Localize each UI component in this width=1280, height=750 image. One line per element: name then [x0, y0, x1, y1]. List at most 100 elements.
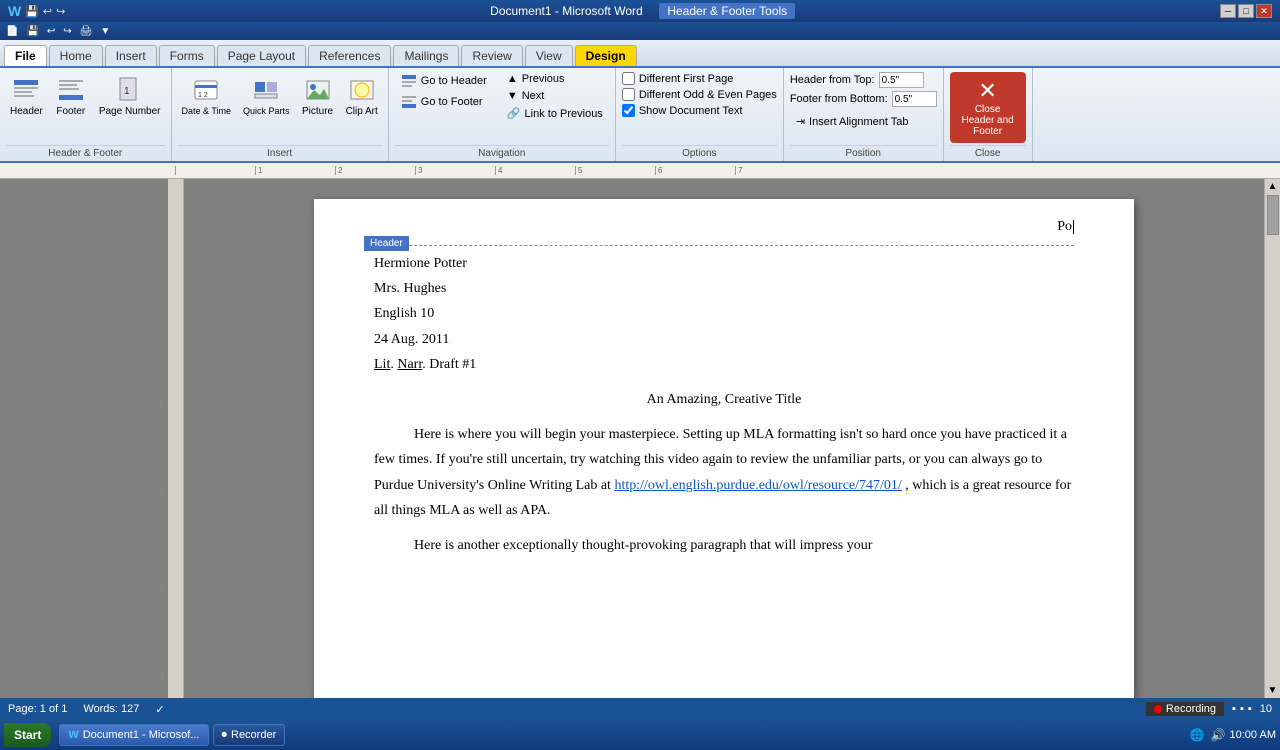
- picture-button[interactable]: Picture: [298, 72, 338, 119]
- tab-design[interactable]: Design: [575, 45, 637, 66]
- footer-from-bottom-input[interactable]: [892, 91, 937, 107]
- taskbar-word[interactable]: W Document1 - Microsof...: [59, 724, 208, 746]
- ruler-mark-5: 5: [575, 166, 655, 175]
- clip-art-btn-label: Clip Art: [346, 106, 378, 117]
- link-icon: 🔗: [507, 107, 521, 120]
- tab-insert[interactable]: Insert: [105, 45, 157, 66]
- different-first-page-checkbox[interactable]: [622, 72, 635, 85]
- page-number-button[interactable]: 1 Page Number: [95, 72, 165, 119]
- header-from-top-input[interactable]: [879, 72, 924, 88]
- ribbon-group-navigation: Go to Header Go to Footer ▲ Previous ▼ N…: [389, 68, 616, 161]
- tab-forms[interactable]: Forms: [159, 45, 215, 66]
- scroll-bar-right[interactable]: ▲ ▼: [1264, 179, 1280, 698]
- tab-references[interactable]: References: [308, 45, 391, 66]
- qa-file-icon[interactable]: 📄: [4, 25, 20, 38]
- title-bar-controls: ─ □ ✕: [1220, 4, 1272, 18]
- maximize-button[interactable]: □: [1238, 4, 1254, 18]
- ribbon-group-insert: 1 2 Date & Time Quick Parts Picture: [172, 68, 389, 161]
- different-first-page-option[interactable]: Different First Page: [622, 72, 777, 85]
- next-button[interactable]: ▼ Next: [501, 89, 609, 103]
- qa-customize-icon[interactable]: ▼: [98, 25, 112, 38]
- previous-button[interactable]: ▲ Previous: [501, 72, 609, 86]
- recorder-taskbar-icon: ⏺: [222, 729, 228, 742]
- header-from-top-row: Header from Top:: [790, 72, 937, 88]
- title-bar-left: W 💾 ↩ ↪: [8, 3, 65, 19]
- tab-mailings[interactable]: Mailings: [393, 45, 459, 66]
- document-area[interactable]: Po Header Hermione Potter Mrs. Hughes En…: [184, 179, 1264, 698]
- document-content[interactable]: Hermione Potter Mrs. Hughes English 10 2…: [374, 251, 1074, 558]
- scroll-thumb[interactable]: [1267, 195, 1279, 235]
- qa-redo-icon[interactable]: ↪: [61, 25, 73, 38]
- assignment-lit: Lit: [374, 357, 390, 372]
- assignment-narr: Narr: [397, 357, 422, 372]
- ribbon-group-close-content: ✕ Close Header and Footer: [950, 72, 1026, 143]
- footer-button[interactable]: Footer: [51, 72, 91, 119]
- picture-btn-label: Picture: [302, 106, 333, 117]
- ribbon-group-position-content: Header from Top: Footer from Bottom: ⇥ I…: [790, 72, 937, 143]
- picture-icon: [302, 74, 334, 106]
- svg-text:1: 1: [124, 86, 130, 97]
- document-title: An Amazing, Creative Title: [374, 387, 1074, 412]
- show-document-text-checkbox[interactable]: [622, 104, 635, 117]
- ribbon-group-navigation-content: Go to Header Go to Footer ▲ Previous ▼ N…: [395, 72, 609, 143]
- purdue-link[interactable]: http://owl.english.purdue.edu/owl/resour…: [614, 478, 901, 493]
- ruler-mark-7: 7: [735, 166, 815, 175]
- tab-file[interactable]: File: [4, 45, 47, 66]
- footer-btn-label: Footer: [56, 106, 85, 117]
- quick-parts-button[interactable]: Quick Parts: [239, 72, 294, 118]
- taskbar-recorder[interactable]: ⏺ Recorder: [213, 724, 286, 746]
- tab-home[interactable]: Home: [49, 45, 103, 66]
- title-bar: W 💾 ↩ ↪ Document1 - Microsoft Word Heade…: [0, 0, 1280, 22]
- different-odd-even-checkbox[interactable]: [622, 88, 635, 101]
- different-odd-even-option[interactable]: Different Odd & Even Pages: [622, 88, 777, 101]
- close-header-footer-label: Close Header and Footer: [958, 104, 1018, 137]
- recording-label: Recording: [1166, 703, 1216, 715]
- position-group-label: Position: [790, 145, 937, 159]
- recording-badge: Recording: [1146, 702, 1224, 716]
- date-time-btn-label: Date & Time: [182, 106, 232, 116]
- clip-art-icon: [346, 74, 378, 106]
- redo-icon[interactable]: ↪: [56, 5, 65, 18]
- qa-undo-icon[interactable]: ↩: [45, 25, 57, 38]
- tab-page-layout[interactable]: Page Layout: [217, 45, 306, 66]
- ruler-mark-6: 6: [655, 166, 735, 175]
- undo-icon[interactable]: ↩: [43, 5, 52, 18]
- ruler-mark-1: 1: [255, 166, 335, 175]
- scroll-up-button[interactable]: ▲: [1265, 179, 1280, 194]
- close-header-footer-button[interactable]: ✕ Close Header and Footer: [950, 72, 1026, 143]
- full-screen-icon[interactable]: ▪: [1240, 703, 1244, 715]
- show-document-text-option[interactable]: Show Document Text: [622, 104, 777, 117]
- start-button[interactable]: Start: [4, 723, 51, 747]
- scroll-down-button[interactable]: ▼: [1265, 683, 1280, 698]
- ribbon-group-header-footer: Header Footer 1 Page Number Header & Foo…: [0, 68, 172, 161]
- status-bar: Page: 1 of 1 Words: 127 ✓ Recording ▪ ▪ …: [0, 698, 1280, 720]
- qa-save-icon[interactable]: 💾: [24, 25, 40, 38]
- tab-view[interactable]: View: [525, 45, 573, 66]
- header-button[interactable]: Header: [6, 72, 47, 119]
- quick-save-icon[interactable]: 💾: [25, 5, 39, 18]
- date-time-icon: 1 2: [190, 74, 222, 106]
- header-footer-group-label: Header & Footer: [6, 145, 165, 159]
- link-to-previous-button[interactable]: 🔗 Link to Previous: [501, 106, 609, 121]
- author-line: Hermione Potter: [374, 251, 1074, 276]
- close-button[interactable]: ✕: [1256, 4, 1272, 18]
- qa-print-icon[interactable]: 🖨: [78, 25, 95, 38]
- ruler-marks: 1 2 3 4 5 6 7: [175, 166, 975, 175]
- close-header-footer-icon: ✕: [978, 78, 996, 104]
- status-right: Recording ▪ ▪ ▪ 10: [1146, 702, 1272, 716]
- go-to-header-button[interactable]: Go to Header: [395, 72, 493, 90]
- date-line: 24 Aug. 2011: [374, 327, 1074, 352]
- date-time-button[interactable]: 1 2 Date & Time: [178, 72, 236, 118]
- scroll-gutter-left: [168, 179, 184, 698]
- insert-alignment-tab-button[interactable]: ⇥ Insert Alignment Tab: [790, 114, 937, 129]
- web-layout-icon[interactable]: ▪: [1248, 703, 1252, 715]
- recorder-taskbar-label: Recorder: [231, 729, 276, 741]
- next-label: Next: [522, 90, 545, 102]
- minimize-button[interactable]: ─: [1220, 4, 1236, 18]
- clip-art-button[interactable]: Clip Art: [342, 72, 382, 119]
- assignment-line: Lit. Narr. Draft #1: [374, 352, 1074, 377]
- print-layout-icon[interactable]: ▪: [1232, 703, 1236, 715]
- tab-review[interactable]: Review: [461, 45, 522, 66]
- go-to-footer-button[interactable]: Go to Footer: [395, 93, 493, 111]
- insert-alignment-tab-label: Insert Alignment Tab: [809, 116, 908, 128]
